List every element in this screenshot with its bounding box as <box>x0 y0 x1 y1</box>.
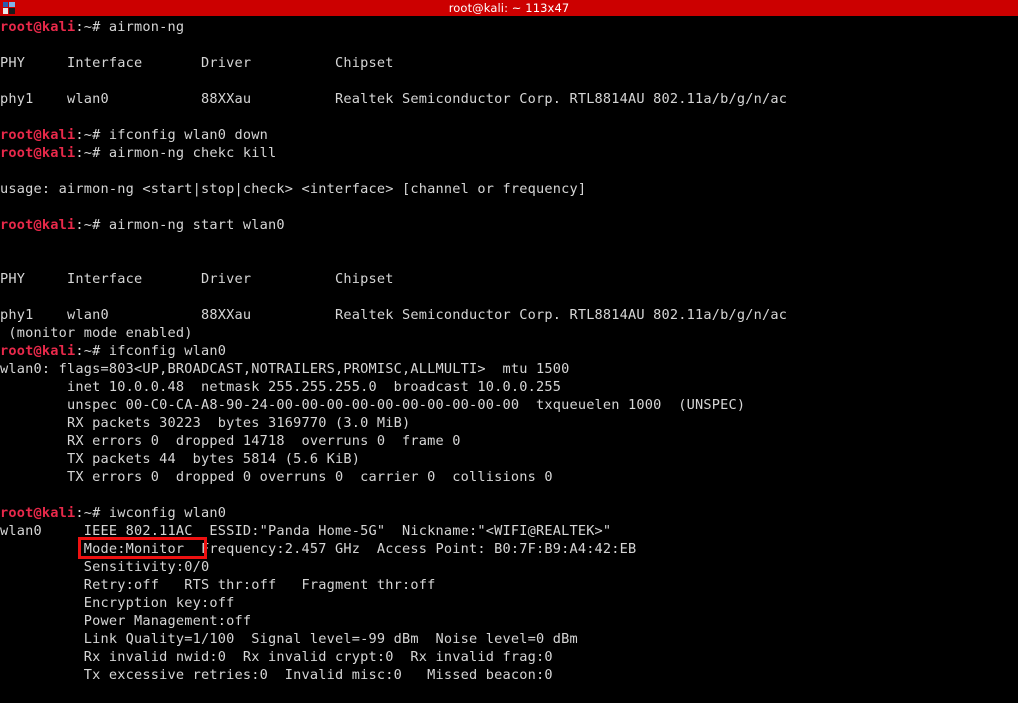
shell-command-text: airmon-ng chekc kill <box>108 145 277 161</box>
terminal-command-line: root@kali:~# ifconfig wlan0 <box>0 342 1018 360</box>
terminal-output-line: PHY Interface Driver Chipset <box>0 55 394 71</box>
terminal-command-line: root@kali:~# airmon-ng <box>0 18 1018 36</box>
terminal-output-line: RX errors 0 dropped 14718 overruns 0 fra… <box>0 433 461 449</box>
shell-prompt-user: root@kali <box>0 505 76 521</box>
shell-prompt-user: root@kali <box>0 343 76 359</box>
shell-prompt-symbol: :~# <box>75 19 109 35</box>
shell-command-text: ifconfig wlan0 <box>108 343 227 359</box>
terminal-output-line: RX packets 30223 bytes 3169770 (3.0 MiB) <box>0 415 411 431</box>
shell-prompt-user: root@kali <box>0 145 76 161</box>
terminal-output-line: usage: airmon-ng <start|stop|check> <int… <box>0 181 587 197</box>
shell-prompt-symbol: :~# <box>75 127 109 143</box>
shell-prompt-user: root@kali <box>0 127 76 143</box>
terminal-window-icon <box>3 2 15 14</box>
terminal-command-line: root@kali:~# iwconfig wlan0 <box>0 504 1018 522</box>
shell-prompt-symbol: :~# <box>75 343 109 359</box>
shell-command-text: iwconfig wlan0 <box>108 505 227 521</box>
terminal-output-line: Encryption key:off <box>0 595 235 611</box>
shell-prompt-symbol: :~# <box>75 145 109 161</box>
window-titlebar[interactable]: root@kali: ~ 113x47 <box>0 0 1018 16</box>
shell-prompt-user: root@kali <box>0 217 76 233</box>
terminal-screen[interactable]: root@kali:~# airmon-ng PHY Interface Dri… <box>0 16 1018 684</box>
terminal-output-line: wlan0: flags=803<UP,BROADCAST,NOTRAILERS… <box>0 361 570 377</box>
terminal-output-line: unspec 00-C0-CA-A8-90-24-00-00-00-00-00-… <box>0 397 746 413</box>
terminal-output-line: Tx excessive retries:0 Invalid misc:0 Mi… <box>0 667 553 683</box>
window-title: root@kali: ~ 113x47 <box>448 1 570 15</box>
terminal-command-line: root@kali:~# airmon-ng chekc kill <box>0 144 1018 162</box>
terminal-output-line: inet 10.0.0.48 netmask 255.255.255.0 bro… <box>0 379 562 395</box>
terminal-output-line: TX packets 44 bytes 5814 (5.6 KiB) <box>0 451 361 467</box>
terminal-output-line: PHY Interface Driver Chipset <box>0 271 394 287</box>
shell-prompt-symbol: :~# <box>75 217 109 233</box>
shell-command-text: airmon-ng start wlan0 <box>108 217 285 233</box>
terminal-output-line: Retry:off RTS thr:off Fragment thr:off <box>0 577 436 593</box>
terminal-output-line: Sensitivity:0/0 <box>0 559 210 575</box>
terminal-output-line: (monitor mode enabled) <box>0 325 193 341</box>
terminal-window[interactable]: root@kali:~# airmon-ng PHY Interface Dri… <box>0 16 1018 703</box>
terminal-output-line: Power Management:off <box>0 613 252 629</box>
terminal-output-line: TX errors 0 dropped 0 overruns 0 carrier… <box>0 469 553 485</box>
terminal-output-line: phy1 wlan0 88XXau Realtek Semiconductor … <box>0 307 788 323</box>
shell-prompt-symbol: :~# <box>75 505 109 521</box>
shell-command-text: airmon-ng <box>108 19 185 35</box>
terminal-output-line: Rx invalid nwid:0 Rx invalid crypt:0 Rx … <box>0 649 553 665</box>
shell-prompt-user: root@kali <box>0 19 76 35</box>
terminal-output-line: wlan0 IEEE 802.11AC ESSID:"Panda Home-5G… <box>0 523 612 539</box>
terminal-output-line: phy1 wlan0 88XXau Realtek Semiconductor … <box>0 91 788 107</box>
terminal-command-line: root@kali:~# ifconfig wlan0 down <box>0 126 1018 144</box>
shell-command-text: ifconfig wlan0 down <box>108 127 268 143</box>
terminal-output-line: Mode:Monitor Frequency:2.457 GHz Access … <box>0 541 637 557</box>
terminal-output-line: Link Quality=1/100 Signal level=-99 dBm … <box>0 631 578 647</box>
terminal-command-line: root@kali:~# airmon-ng start wlan0 <box>0 216 1018 234</box>
